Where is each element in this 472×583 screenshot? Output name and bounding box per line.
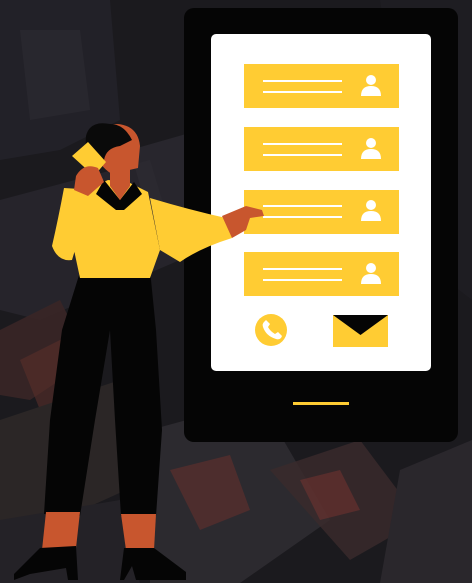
home-indicator [293,402,349,405]
illustration-scene [0,0,472,583]
mail-envelope-icon[interactable] [333,315,388,347]
contact-line [263,143,342,145]
contact-line [263,80,342,82]
contact-line [263,154,342,156]
contact-card[interactable] [244,252,399,296]
contact-card[interactable] [244,127,399,171]
contact-line [263,279,342,281]
contact-card[interactable] [244,64,399,108]
left-ankle [42,512,80,550]
contact-line [263,91,342,93]
phone-call-icon[interactable] [255,314,287,346]
scene-svg [0,0,472,583]
contact-line [263,205,342,207]
right-ankle [121,514,156,550]
contact-card[interactable] [244,190,399,234]
contact-line [263,216,342,218]
contact-line [263,268,342,270]
